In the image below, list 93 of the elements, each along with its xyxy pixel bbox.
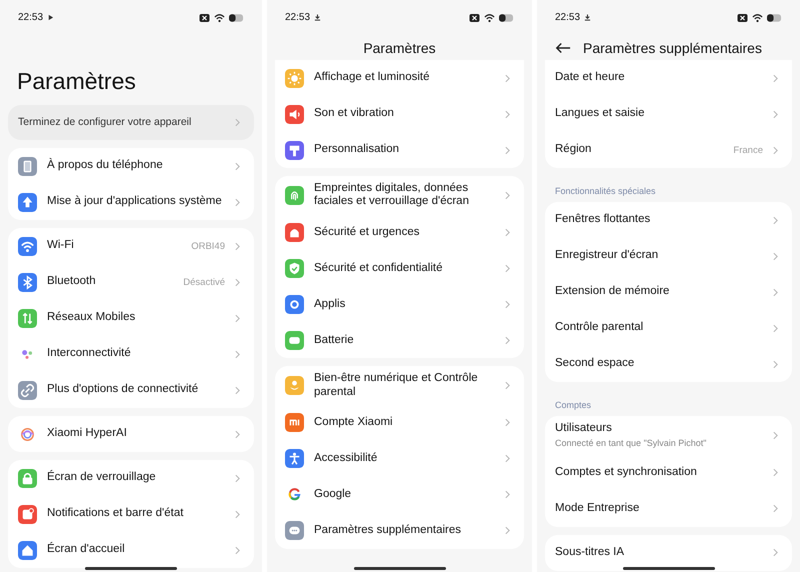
- settings-item[interactable]: Bluetooth Désactivé: [8, 264, 254, 300]
- settings-item[interactable]: Bien-être numérique et Contrôle parental: [275, 366, 524, 405]
- chevron-icon: [505, 526, 510, 536]
- chevron-icon: [505, 490, 510, 500]
- chevron-icon: [505, 228, 510, 237]
- settings-item[interactable]: Langues et saisie: [545, 96, 792, 132]
- settings-item[interactable]: Écran de verrouillage: [8, 460, 254, 496]
- chevron-icon: [773, 548, 778, 558]
- back-icon[interactable]: [555, 42, 571, 54]
- settings-item[interactable]: Mise à jour d'applications système: [8, 184, 254, 220]
- settings-item[interactable]: Batterie: [275, 322, 524, 358]
- chevron-icon: [773, 74, 778, 82]
- chevron-icon: [505, 190, 510, 200]
- chevron-icon: [505, 110, 510, 118]
- chevron-icon: [235, 278, 240, 286]
- chevron-icon: [505, 146, 510, 154]
- settings-item[interactable]: Extension de mémoire: [545, 274, 792, 310]
- chevron-icon: [235, 162, 240, 170]
- item-value: France: [733, 144, 763, 156]
- chevron-icon: [235, 510, 240, 518]
- chevron-icon: [773, 146, 778, 154]
- chevron-icon: [235, 118, 240, 127]
- play-icon: [47, 14, 54, 21]
- settings-item[interactable]: Son et vibration: [275, 96, 524, 132]
- settings-item[interactable]: Région France: [545, 132, 792, 168]
- chevron-icon: [505, 454, 510, 464]
- chevron-icon: [773, 504, 778, 514]
- settings-item[interactable]: Écran d'accueil: [8, 532, 254, 568]
- settings-item[interactable]: Réseaux Mobiles: [8, 300, 254, 336]
- settings-item[interactable]: Accessibilité: [275, 440, 524, 477]
- section-header: Comptes: [554, 399, 592, 412]
- chevron-icon: [773, 430, 778, 440]
- chevron-icon: [235, 350, 240, 358]
- settings-item[interactable]: Terminez de configurer votre appareil: [8, 105, 254, 140]
- item-value: ORBI49: [191, 240, 225, 252]
- chevron-icon: [773, 324, 778, 332]
- settings-item[interactable]: Compte Xiaomi: [275, 404, 524, 441]
- chevron-icon: [235, 546, 240, 554]
- chevron-icon: [773, 216, 778, 224]
- chevron-icon: [773, 468, 778, 478]
- settings-item[interactable]: Plus d'options de connectivité: [8, 372, 254, 408]
- chevron-icon: [505, 74, 510, 82]
- status-time: 22:53: [18, 12, 44, 23]
- settings-item[interactable]: Interconnectivité: [8, 336, 254, 372]
- page-title: Paramètres: [363, 40, 436, 56]
- status-time: 22:53: [555, 12, 580, 23]
- settings-item[interactable]: Wi-Fi ORBI49: [8, 228, 254, 264]
- settings-item[interactable]: Sécurité et urgences: [275, 214, 524, 250]
- settings-item[interactable]: Comptes et synchronisation: [545, 454, 792, 491]
- settings-item[interactable]: Sécurité et confidentialité: [275, 250, 524, 286]
- settings-item[interactable]: Enregistreur d'écran: [545, 238, 792, 274]
- section-header: Fonctionnalités spéciales: [554, 185, 657, 198]
- chevron-icon: [505, 300, 510, 309]
- settings-item[interactable]: Paramètres supplémentaires: [275, 512, 524, 549]
- settings-item[interactable]: Empreintes digitales, données faciales et verrouillage d'écran: [275, 176, 524, 214]
- chevron-icon: [773, 110, 778, 118]
- settings-item[interactable]: Mode Entreprise: [545, 490, 792, 527]
- settings-item[interactable]: Sous-titres IA: [545, 534, 792, 571]
- wifi-icon: [214, 12, 225, 22]
- settings-item[interactable]: Contrôle parental: [545, 310, 792, 346]
- chevron-icon: [235, 430, 240, 438]
- chevron-icon: [235, 314, 240, 322]
- settings-item[interactable]: Affichage et luminosité: [275, 60, 524, 96]
- settings-item[interactable]: Second espace: [545, 346, 792, 382]
- item-subtitle: Connecté en tant que "Sylvain Pichot": [555, 438, 706, 449]
- download-icon: [584, 14, 592, 21]
- chevron-icon: [773, 252, 778, 260]
- wifi-icon: [752, 12, 763, 22]
- chevron-icon: [505, 264, 510, 273]
- settings-item[interactable]: Applis: [275, 286, 524, 322]
- chevron-icon: [235, 474, 240, 482]
- settings-item[interactable]: Fenêtres flottantes: [545, 202, 792, 238]
- chevron-icon: [235, 242, 240, 250]
- chevron-icon: [505, 381, 510, 390]
- page-title: Paramètres supplémentaires: [583, 40, 762, 56]
- settings-item[interactable]: Personnalisation: [275, 132, 524, 168]
- wifi-icon: [484, 12, 495, 22]
- chevron-icon: [773, 288, 778, 296]
- page-title: Paramètres: [17, 68, 136, 95]
- chevron-icon: [235, 386, 240, 394]
- settings-item[interactable]: Utilisateurs Connecté en tant que "Sylvain Pichot": [545, 416, 792, 455]
- status-time: 22:53: [285, 12, 310, 23]
- chevron-icon: [505, 418, 510, 428]
- download-icon: [314, 14, 322, 21]
- settings-item[interactable]: Google: [275, 476, 524, 513]
- settings-item[interactable]: Date et heure: [545, 60, 792, 96]
- settings-item[interactable]: Notifications et barre d'état: [8, 496, 254, 532]
- settings-item[interactable]: À propos du téléphone: [8, 148, 254, 184]
- settings-item[interactable]: Xiaomi HyperAI: [8, 416, 254, 452]
- item-value: Désactivé: [183, 276, 225, 288]
- chevron-icon: [773, 360, 778, 368]
- chevron-icon: [235, 198, 240, 206]
- chevron-icon: [505, 336, 510, 345]
